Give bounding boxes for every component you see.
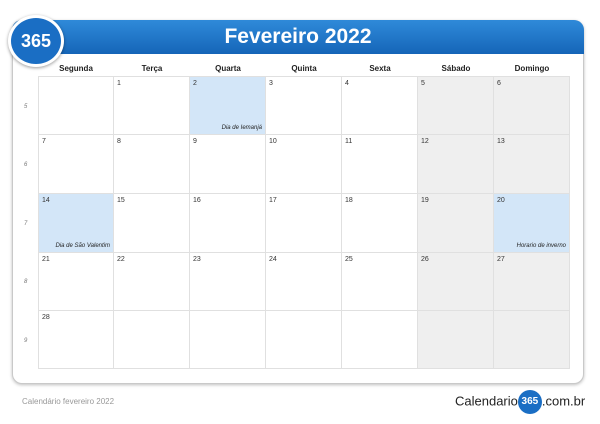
- day-number: 28: [42, 314, 50, 321]
- weekday-header: Terça: [141, 64, 163, 73]
- logo-badge: 365: [8, 15, 64, 67]
- day-cell-holiday[interactable]: 14 Dia de São Valentim: [38, 194, 114, 253]
- day-cell[interactable]: 10: [266, 135, 342, 194]
- day-number: 26: [421, 256, 429, 263]
- day-number: 21: [42, 256, 50, 263]
- day-number: 3: [269, 80, 273, 87]
- page-title: Fevereiro 2022: [224, 25, 372, 48]
- footer-caption: Calendário fevereiro 2022: [22, 397, 115, 406]
- day-number: 6: [497, 80, 501, 87]
- day-number: 17: [269, 197, 277, 204]
- holiday-label: Dia de Iemanjá: [221, 125, 262, 131]
- day-number: 9: [193, 138, 197, 145]
- day-number: 2: [193, 80, 197, 87]
- brand-domain: .com.br: [541, 393, 586, 409]
- day-cell[interactable]: 28: [38, 311, 114, 369]
- day-number: 16: [193, 197, 201, 204]
- brand-logo[interactable]: Calendario 365 .com.br: [455, 390, 585, 414]
- weekday-header: Segunda: [59, 64, 93, 73]
- day-number: 18: [345, 197, 353, 204]
- day-cell[interactable]: 9: [190, 135, 266, 194]
- day-number: 8: [117, 138, 121, 145]
- day-cell-empty: [342, 311, 418, 369]
- day-cell-weekend[interactable]: 13: [494, 135, 570, 194]
- day-number: 15: [117, 197, 125, 204]
- day-cell-holiday[interactable]: 20 Horario de inverno: [494, 194, 570, 253]
- day-cell[interactable]: 8: [114, 135, 190, 194]
- day-number: 23: [193, 256, 201, 263]
- week-number: 7: [24, 221, 28, 227]
- day-number: 11: [345, 138, 353, 145]
- day-cell[interactable]: 25: [342, 253, 418, 311]
- day-number: 19: [421, 197, 429, 204]
- day-cell-empty: [418, 311, 494, 369]
- day-cell[interactable]: 18: [342, 194, 418, 253]
- day-cell[interactable]: 7: [38, 135, 114, 194]
- day-number: 5: [421, 80, 425, 87]
- day-cell-weekend[interactable]: 26: [418, 253, 494, 311]
- day-number: 7: [42, 138, 46, 145]
- day-cell[interactable]: 24: [266, 253, 342, 311]
- week-number: 6: [24, 162, 28, 168]
- calendar-grid: Segunda Terça Quarta Quinta Sexta Sábado…: [38, 64, 570, 369]
- weekday-header: Domingo: [514, 64, 550, 73]
- weekday-header: Quinta: [291, 64, 317, 73]
- day-number: 12: [421, 138, 429, 145]
- day-number: 22: [117, 256, 125, 263]
- day-cell-holiday[interactable]: 2 Dia de Iemanjá: [190, 76, 266, 135]
- weekday-header: Sábado: [441, 64, 471, 73]
- day-number: 27: [497, 256, 505, 263]
- brand-badge: 365: [517, 390, 542, 414]
- day-cell[interactable]: 1: [114, 76, 190, 135]
- day-number: 13: [497, 138, 505, 145]
- weekday-header: Quarta: [215, 64, 241, 73]
- day-cell-weekend[interactable]: 12: [418, 135, 494, 194]
- calendar-header: Fevereiro 2022: [12, 20, 584, 54]
- day-number: 25: [345, 256, 353, 263]
- day-cell[interactable]: 15: [114, 194, 190, 253]
- day-cell[interactable]: 17: [266, 194, 342, 253]
- week-number: 5: [24, 104, 28, 110]
- day-number: 4: [345, 80, 349, 87]
- day-cell-empty: [266, 311, 342, 369]
- week-number: 8: [24, 279, 28, 285]
- day-cell[interactable]: 21: [38, 253, 114, 311]
- day-number: 24: [269, 256, 277, 263]
- day-number: 14: [42, 197, 50, 204]
- day-cell-empty: [114, 311, 190, 369]
- day-cell[interactable]: 4: [342, 76, 418, 135]
- brand-text: Calendario: [455, 393, 518, 409]
- day-number: 1: [117, 80, 121, 87]
- day-cell[interactable]: 16: [190, 194, 266, 253]
- holiday-label: Horario de inverno: [516, 243, 566, 249]
- day-cell-weekend[interactable]: 27: [494, 253, 570, 311]
- day-cell[interactable]: 3: [266, 76, 342, 135]
- day-cell-weekend[interactable]: 5: [418, 76, 494, 135]
- day-cell-weekend[interactable]: 19: [418, 194, 494, 253]
- day-cell-weekend[interactable]: 6: [494, 76, 570, 135]
- holiday-label: Dia de São Valentim: [55, 243, 110, 249]
- day-cell[interactable]: 22: [114, 253, 190, 311]
- day-cell[interactable]: 23: [190, 253, 266, 311]
- day-cell[interactable]: [38, 76, 114, 135]
- day-cell-empty: [494, 311, 570, 369]
- weekday-header: Sexta: [369, 64, 391, 73]
- day-number: 20: [497, 197, 505, 204]
- day-number: 10: [269, 138, 277, 145]
- day-cell-empty: [190, 311, 266, 369]
- week-number: 9: [24, 338, 28, 344]
- day-cell[interactable]: 11: [342, 135, 418, 194]
